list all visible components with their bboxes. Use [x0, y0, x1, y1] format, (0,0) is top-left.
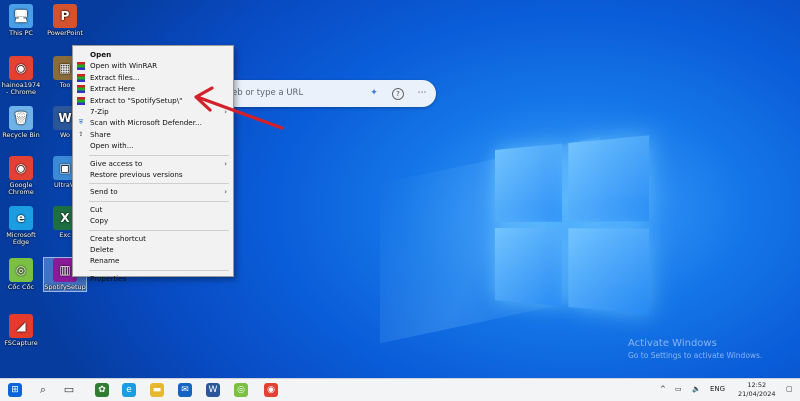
- tray-chevron-icon[interactable]: ^: [660, 385, 666, 393]
- notifications-icon[interactable]: ▢: [786, 385, 793, 393]
- edge-app[interactable]: e: [122, 383, 136, 397]
- search-button[interactable]: ⌕: [36, 383, 50, 397]
- clock-date: 21/04/2024: [738, 390, 776, 398]
- word-app[interactable]: W: [206, 383, 220, 397]
- volume-icon[interactable]: 🔈: [692, 385, 701, 393]
- system-clock[interactable]: 12:52 21/04/2024: [738, 381, 775, 399]
- start-button[interactable]: ⊞: [8, 383, 22, 397]
- watermark-title: Activate Windows: [628, 338, 717, 349]
- task-view-button[interactable]: ▭: [62, 383, 76, 397]
- activation-watermark: Activate Windows Go to Settings to activ…: [628, 338, 762, 360]
- language-indicator[interactable]: ENG: [710, 385, 725, 393]
- coccoc-app[interactable]: ◎: [234, 383, 248, 397]
- file-explorer-app[interactable]: ▬: [150, 383, 164, 397]
- mail-app[interactable]: ✉: [178, 383, 192, 397]
- network-icon[interactable]: ▭: [675, 385, 682, 393]
- chrome-app[interactable]: ◉: [264, 383, 278, 397]
- watermark-subtitle: Go to Settings to activate Windows.: [628, 351, 763, 360]
- clock-time: 12:52: [747, 381, 767, 389]
- xbox-app[interactable]: ✿: [95, 383, 109, 397]
- taskbar: ⊞ ⌕ ▭ ✿ e ▬ ✉ W ◎ ◉ ^ ▭ 🔈 ENG 12:52 21/04/2024 ▢: [0, 378, 800, 401]
